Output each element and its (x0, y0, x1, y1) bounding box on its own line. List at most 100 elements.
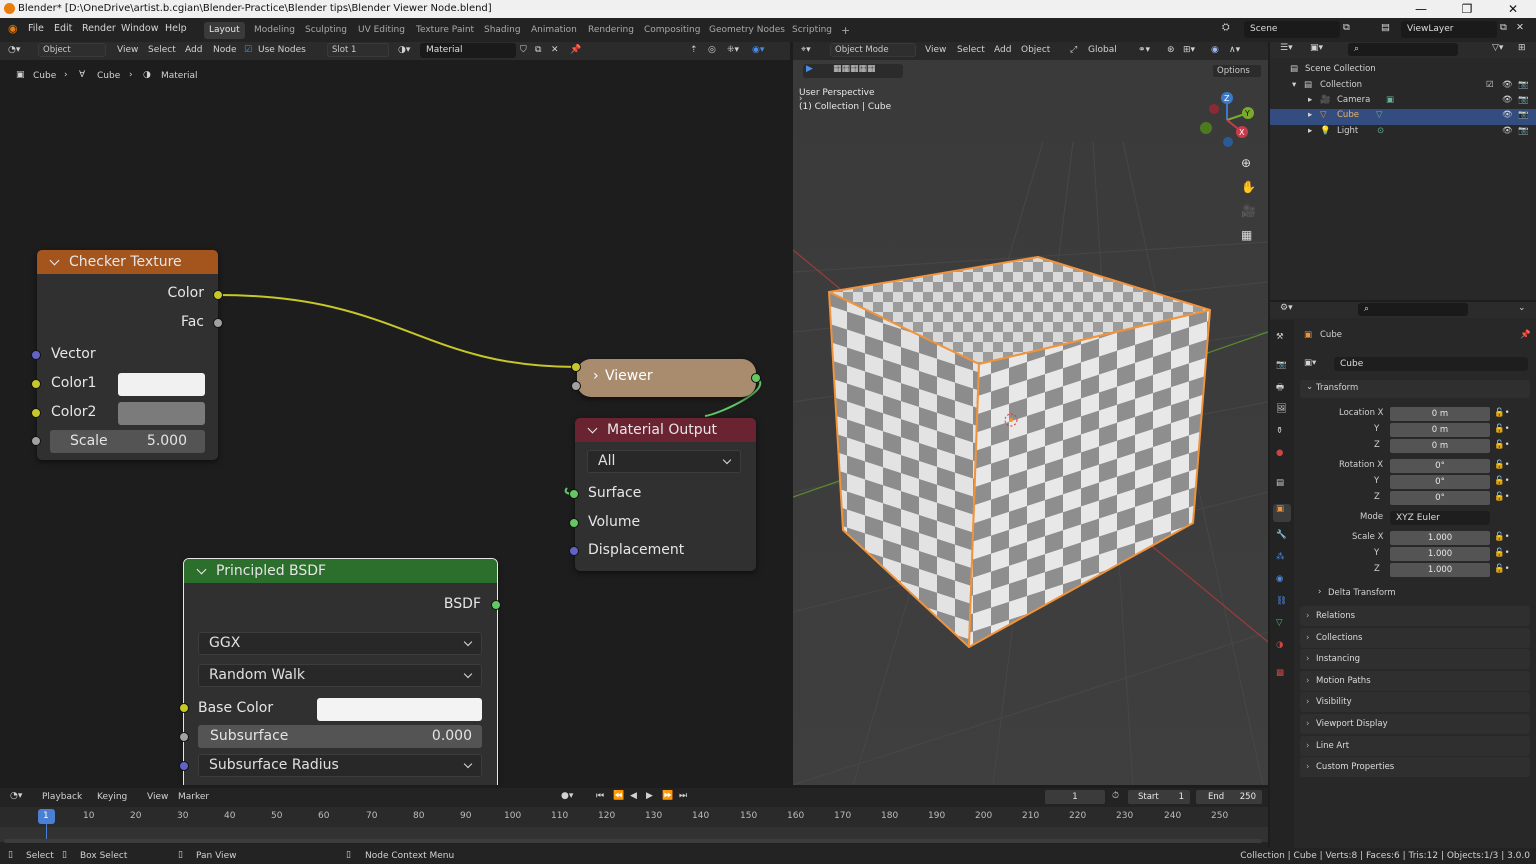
selection-mode-buttons[interactable]: ▶ ▦▦▦▦▦ (803, 64, 903, 78)
lock-icon[interactable]: 🔓• (1494, 424, 1510, 438)
base-color-socket[interactable] (179, 703, 189, 713)
particles-tab-icon[interactable]: ⁂ (1276, 552, 1285, 566)
play-reverse-icon[interactable]: ◀ (630, 791, 637, 801)
properties-search-input[interactable]: ⌕ (1358, 303, 1468, 316)
menu-playback[interactable]: Playback (42, 792, 82, 802)
checker-color2-socket[interactable] (31, 408, 41, 418)
display-mode-icon[interactable]: ▣▾ (1310, 43, 1323, 53)
transform-panel-header[interactable]: ⌄ Transform (1300, 380, 1530, 398)
remove-view-layer-icon[interactable]: ✕ (1516, 22, 1524, 33)
render-camera-icon[interactable]: 📷 (1518, 110, 1529, 124)
outliner[interactable]: ☰▾ ▣▾ ⌕ ▽▾ ⊞ ▤ Scene Collection ▾ ▤ Coll… (1270, 42, 1536, 300)
scene-icon[interactable]: ⛭ (1222, 22, 1230, 33)
surface-socket[interactable] (569, 489, 579, 499)
bsdf-node-header[interactable]: Principled BSDF (184, 559, 497, 583)
displacement-socket[interactable] (569, 546, 579, 556)
constraints-tab-icon[interactable]: ⛓ (1276, 596, 1287, 610)
options-chevron-icon[interactable]: ⌄ (1518, 303, 1526, 313)
data-tab-icon[interactable]: ▽ (1276, 618, 1283, 632)
render-camera-icon[interactable]: 📷 (1518, 126, 1529, 140)
scale-x-field[interactable]: 1.000 (1390, 531, 1490, 545)
tab-uv-editing[interactable]: UV Editing (353, 22, 410, 39)
output-tab-icon[interactable]: 🖶 (1276, 382, 1284, 396)
outliner-row-cube[interactable]: ▸ ▽ Cube ▽ (1270, 109, 1536, 125)
transform-orientation-icon[interactable]: ⤢ (1070, 45, 1077, 55)
expand-icon[interactable]: ▸ (1308, 126, 1312, 140)
scale-field[interactable]: Scale 5.000 (50, 430, 205, 453)
object-type-icon[interactable]: ▣▾ (1304, 358, 1316, 372)
snap-mode-icon[interactable]: ⊞▾ (1183, 45, 1195, 55)
world-tab-icon[interactable]: ● (1276, 448, 1283, 462)
lock-icon[interactable]: 🔓• (1494, 408, 1510, 422)
object-name-field[interactable]: Cube (1334, 357, 1528, 371)
properties-editor[interactable]: ⚙▾ ⌕ ⌄ ⚒ 📷 🖶 🖼 ⚱ ● ▤ ▣ 🔧 ⁂ ◉ ⛓ ▽ ◑ ▩ ▣ C… (1270, 302, 1536, 848)
falloff-icon[interactable]: ∧▾ (1229, 45, 1240, 55)
lock-icon[interactable]: 🔓• (1494, 492, 1510, 506)
tab-texture-paint[interactable]: Texture Paint (411, 22, 479, 39)
expand-icon[interactable]: ▸ (1308, 110, 1312, 124)
scale-y-field[interactable]: 1.000 (1390, 547, 1490, 561)
clock-icon[interactable]: ⏱ (1112, 791, 1119, 801)
filter-icon[interactable]: ▽▾ (1492, 43, 1503, 53)
outliner-row-camera[interactable]: ▸ 🎥 Camera ▣ (1270, 94, 1536, 110)
navigation-gizmo[interactable]: Z Y X (1197, 90, 1257, 150)
mode-dropdown[interactable]: Object Mode (830, 43, 916, 57)
render-camera-icon[interactable]: 📷 (1518, 80, 1529, 94)
rotation-z-field[interactable]: 0° (1390, 491, 1490, 505)
transform-orientation-label[interactable]: Global (1088, 45, 1117, 55)
checker-texture-node[interactable]: Checker Texture Color Fac Vector Color1 … (37, 250, 218, 460)
new-scene-icon[interactable]: ⧉ (1343, 22, 1350, 33)
outliner-search-input[interactable]: ⌕ (1348, 43, 1458, 56)
editor-type-icon[interactable]: ☰▾ (1280, 43, 1293, 53)
next-keyframe-icon[interactable]: ⏩ (662, 791, 673, 801)
select-mode-icons[interactable]: ▦▦▦▦▦ (833, 64, 876, 74)
jump-end-icon[interactable]: ⏭ (679, 791, 687, 801)
viewer-node[interactable]: Viewer › (577, 359, 756, 397)
lock-icon[interactable]: 🔓• (1494, 460, 1510, 474)
checker-vector-socket[interactable] (31, 350, 41, 360)
location-x-field[interactable]: 0 m (1390, 407, 1490, 421)
material-tab-icon[interactable]: ◑ (1276, 640, 1283, 654)
visibility-panel[interactable]: Visibility (1300, 692, 1530, 712)
object-tab-icon[interactable]: ▣ (1273, 504, 1291, 522)
auto-keying-icon[interactable]: ●▾ (561, 791, 573, 801)
viewport-display-panel[interactable]: Viewport Display (1300, 714, 1530, 734)
collections-panel[interactable]: Collections (1300, 628, 1530, 648)
render-camera-icon[interactable]: 📷 (1518, 95, 1529, 109)
distribution-dropdown[interactable]: GGX (198, 632, 482, 655)
menu-view[interactable]: View (147, 792, 168, 802)
menu-render[interactable]: Render (82, 23, 116, 34)
visibility-eye-icon[interactable]: 👁 (1502, 126, 1513, 140)
scene-field[interactable]: Scene (1244, 21, 1340, 38)
editor-type-icon[interactable]: ⚙▾ (1280, 303, 1293, 313)
checker-color-socket[interactable] (213, 290, 223, 300)
timeline-scrollbar[interactable] (4, 839, 1262, 843)
ortho-grid-icon[interactable]: ▦ (1241, 228, 1252, 242)
instancing-panel[interactable]: Instancing (1300, 649, 1530, 669)
exclude-checkbox[interactable]: ☑ (1486, 80, 1494, 94)
output-target-dropdown[interactable]: All (587, 450, 741, 473)
proportional-edit-icon[interactable]: ◉ (1211, 45, 1219, 55)
minimize-button[interactable]: — (1398, 0, 1444, 18)
tab-modeling[interactable]: Modeling (249, 22, 300, 39)
view-layer-tab-icon[interactable]: 🖼 (1276, 404, 1287, 418)
tab-compositing[interactable]: Compositing (639, 22, 705, 39)
motion-paths-panel[interactable]: Motion Paths (1300, 671, 1530, 691)
pin-icon[interactable]: 📌 (1520, 330, 1531, 344)
expand-icon[interactable]: ▸ (1308, 95, 1312, 109)
location-z-field[interactable]: 0 m (1390, 439, 1490, 453)
scene-collection-label[interactable]: Scene Collection (1305, 64, 1376, 78)
play-icon[interactable]: ▶ (646, 791, 653, 801)
menu-select[interactable]: Select (957, 45, 985, 55)
current-frame-field[interactable]: 1 (1045, 790, 1105, 804)
view-layer-icon[interactable]: ▤ (1381, 22, 1390, 33)
scene-tab-icon[interactable]: ⚱ (1276, 426, 1283, 440)
timeline[interactable]: ◔▾ Playback Keying View Marker ●▾ ⏮ ⏪ ◀ … (0, 788, 1268, 848)
checker-fac-socket[interactable] (213, 318, 223, 328)
texture-tab-icon[interactable]: ▩ (1276, 668, 1284, 682)
menu-window[interactable]: Window (121, 23, 158, 34)
menu-edit[interactable]: Edit (54, 23, 72, 34)
rotation-x-field[interactable]: 0° (1390, 459, 1490, 473)
lock-icon[interactable]: 🔓• (1494, 548, 1510, 562)
tab-layout[interactable]: Layout (204, 22, 245, 39)
